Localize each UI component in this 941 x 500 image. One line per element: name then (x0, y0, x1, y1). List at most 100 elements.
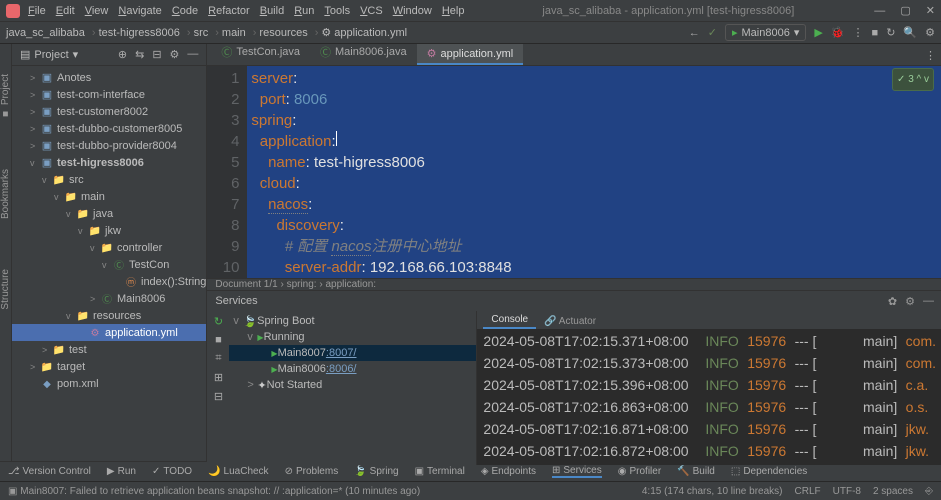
tool-profiler[interactable]: ◉Profiler (618, 466, 661, 477)
tree-item[interactable]: vtest-higress8006 (12, 154, 206, 171)
tree-item[interactable]: >target (12, 358, 206, 375)
settings-icon[interactable]: ⚙ (905, 295, 915, 308)
stop-icon[interactable]: ■ (215, 334, 222, 346)
run-button[interactable]: ▶ (814, 26, 822, 39)
expand-icon[interactable]: ⇆ (135, 48, 144, 61)
breadcrumb-item[interactable]: src (194, 27, 209, 39)
editor-tab[interactable]: ⒸMain8006.java (310, 41, 417, 65)
more-run-icon[interactable]: ⋮ (853, 26, 864, 39)
tree-item[interactable]: vTestCon (12, 256, 206, 273)
tree-item[interactable]: >Anotes (12, 69, 206, 86)
menu-run[interactable]: Run (294, 5, 314, 17)
service-item[interactable]: Main8007 :8007/ (229, 345, 476, 361)
chevron-down-icon[interactable]: ▾ (73, 48, 79, 61)
tool-run[interactable]: ▶Run (107, 466, 136, 477)
project-tree[interactable]: >Anotes>test-com-interface>test-customer… (12, 66, 206, 461)
tree-item[interactable]: vsrc (12, 171, 206, 188)
debug-button[interactable]: 🐞 (831, 26, 845, 39)
tool-endpoints[interactable]: ◈Endpoints (481, 466, 536, 477)
expand-all-icon[interactable]: ⊞ (214, 371, 223, 384)
menu-window[interactable]: Window (393, 5, 432, 17)
tool-dependencies[interactable]: ⬚Dependencies (731, 466, 807, 477)
rerun-icon[interactable]: ↻ (214, 315, 223, 328)
menu-edit[interactable]: Edit (56, 5, 75, 17)
status-item[interactable]: CRLF (795, 486, 821, 497)
code-body[interactable]: server: port: 8006 spring: application: … (247, 66, 941, 278)
vcs-icon[interactable]: ✓ (708, 26, 717, 39)
tree-item[interactable]: vjkw (12, 222, 206, 239)
project-tool-tab[interactable]: ■ Project (0, 74, 11, 119)
menu-view[interactable]: View (85, 5, 109, 17)
menu-refactor[interactable]: Refactor (208, 5, 250, 17)
console-tab[interactable]: Console (483, 312, 536, 329)
tree-item[interactable]: vjava (12, 205, 206, 222)
service-item[interactable]: > ✦ Not Started (229, 377, 476, 393)
menu-vcs[interactable]: VCS (360, 5, 383, 17)
vcs-update-icon[interactable]: ↻ (886, 26, 895, 39)
stop-button[interactable]: ■ (872, 27, 879, 39)
back-icon[interactable]: ← (689, 27, 700, 39)
collapse-icon[interactable]: ⊟ (152, 48, 161, 61)
minimize-icon[interactable]: — (874, 5, 885, 17)
gear-icon[interactable]: ✿ (888, 295, 897, 308)
tab-options-icon[interactable]: ⋮ (919, 46, 941, 65)
tool-version-control[interactable]: ⎇Version Control (8, 466, 91, 477)
status-icon[interactable]: ▣ (8, 486, 17, 497)
code-editor[interactable]: 12345678910 server: port: 8006 spring: a… (207, 66, 941, 278)
status-item[interactable]: 4:15 (174 chars, 10 line breaks) (642, 486, 783, 497)
menu-code[interactable]: Code (172, 5, 198, 17)
editor-tab[interactable]: ⒸTestCon.java (211, 41, 310, 65)
service-item[interactable]: Main8006 :8006/ (229, 361, 476, 377)
tree-item[interactable]: >test-dubbo-customer8005 (12, 120, 206, 137)
bookmarks-tool-tab[interactable]: Bookmarks (0, 169, 11, 219)
gear-icon[interactable]: ⚙ (170, 48, 180, 61)
tree-item[interactable]: vcontroller (12, 239, 206, 256)
run-config-dropdown[interactable]: ▸ Main8006 ▾ (725, 24, 806, 41)
tool-problems[interactable]: ⊘Problems (285, 466, 339, 477)
breadcrumb-item[interactable]: main (222, 27, 246, 39)
tool-build[interactable]: 🔨Build (677, 466, 715, 477)
tree-item[interactable]: vresources (12, 307, 206, 324)
service-item[interactable]: v Running (229, 329, 476, 345)
tree-item[interactable]: index():String (12, 273, 206, 290)
breadcrumb-item[interactable]: ⚙ application.yml (321, 27, 407, 39)
tree-item[interactable]: >test-customer8002 (12, 103, 206, 120)
target-icon[interactable]: ⊕ (118, 48, 127, 61)
close-icon[interactable]: ✕ (926, 5, 935, 17)
menu-build[interactable]: Build (260, 5, 284, 17)
settings-icon[interactable]: ⚙ (925, 26, 935, 39)
tree-item[interactable]: vmain (12, 188, 206, 205)
menu-tools[interactable]: Tools (324, 5, 350, 17)
breadcrumb[interactable]: java_sc_alibaba›test-higress8006›src›mai… (6, 26, 411, 39)
search-icon[interactable]: 🔍 (903, 26, 917, 39)
structure-tool-tab[interactable]: Structure (0, 269, 11, 310)
tree-item[interactable]: pom.xml (12, 375, 206, 392)
breadcrumb-item[interactable]: test-higress8006 (99, 27, 180, 39)
services-tree[interactable]: v 🍃 Spring Bootv Running Main8007 :8007/… (229, 311, 476, 465)
menu-navigate[interactable]: Navigate (118, 5, 161, 17)
tree-item[interactable]: application.yml (12, 324, 206, 341)
tree-item[interactable]: >test-com-interface (12, 86, 206, 103)
menu-file[interactable]: File (28, 5, 46, 17)
hide-icon[interactable]: — (187, 48, 198, 61)
status-item[interactable]: ⎆ (925, 486, 933, 497)
menu-help[interactable]: Help (442, 5, 465, 17)
status-item[interactable]: 2 spaces (873, 486, 913, 497)
hide-icon[interactable]: — (923, 295, 934, 308)
tool-terminal[interactable]: ▣Terminal (415, 466, 465, 477)
breadcrumb-item[interactable]: resources (259, 27, 307, 39)
tree-item[interactable]: >test (12, 341, 206, 358)
tree-item[interactable]: >test-dubbo-provider8004 (12, 137, 206, 154)
filter-icon[interactable]: ⌗ (215, 352, 221, 365)
editor-tab[interactable]: ⚙application.yml (417, 44, 524, 65)
service-item[interactable]: v 🍃 Spring Boot (229, 313, 476, 329)
maximize-icon[interactable]: ▢ (900, 5, 910, 17)
tool-luacheck[interactable]: 🌙LuaCheck (208, 466, 268, 477)
tree-item[interactable]: >Main8006 (12, 290, 206, 307)
editor-breadcrumb[interactable]: Document 1/1 › spring: › application: (207, 278, 941, 290)
console-tab[interactable]: 🔗 Actuator (536, 314, 604, 329)
options-icon[interactable]: ⊟ (214, 390, 223, 403)
breadcrumb-item[interactable]: java_sc_alibaba (6, 27, 85, 39)
inspection-widget[interactable]: ✓ 3 ^ v (892, 68, 934, 91)
tool-services[interactable]: ⊞Services (552, 465, 602, 478)
